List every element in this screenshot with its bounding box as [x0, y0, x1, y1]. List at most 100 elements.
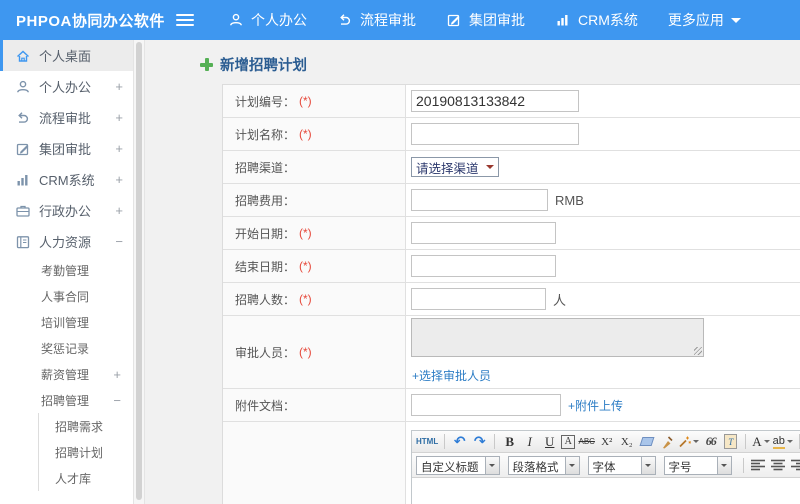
topnav-group-approval[interactable]: 集团审批	[446, 10, 525, 30]
sidebar-item-salary[interactable]: 薪资管理 +	[0, 361, 133, 387]
subscript-button[interactable]: X₂	[618, 433, 635, 450]
sidebar-item-crm-system[interactable]: CRM系统 +	[0, 164, 133, 195]
expand-plus-icon[interactable]: +	[115, 110, 123, 125]
sidebar-item-recruit-mgmt[interactable]: 招聘管理 −	[0, 387, 133, 413]
italic-button[interactable]: I	[521, 433, 538, 450]
sidebar-item-label: 招聘管理	[41, 393, 90, 408]
attachment-input[interactable]	[411, 394, 561, 416]
topnav-more-apps[interactable]: 更多应用	[668, 10, 741, 30]
align-right-icon[interactable]	[790, 457, 800, 474]
sidebar-item-label: 薪资管理	[41, 367, 90, 382]
sidebar-item-personal-office[interactable]: 个人办公 +	[0, 71, 133, 102]
scrollbar-thumb[interactable]	[136, 42, 142, 500]
paste-as-text-icon[interactable]: T	[722, 433, 739, 450]
topbar: PHPOA协同办公软件 个人办公 流程审批 集团审批 CRM系统 更多应用	[0, 0, 800, 40]
end-date-input[interactable]	[411, 255, 556, 277]
select-approvers-link[interactable]: +选择审批人员	[412, 367, 491, 384]
field-label: 结束日期：	[235, 259, 296, 274]
editor-toolbar-row2: 自定义标题 段落格式 字体 字号	[412, 453, 800, 478]
auto-typeset-wand-icon[interactable]	[678, 433, 700, 450]
plan-name-input[interactable]	[411, 123, 579, 145]
expand-plus-icon[interactable]: +	[115, 79, 123, 94]
plan-number-input[interactable]	[411, 90, 579, 112]
topnav-crm-system[interactable]: CRM系统	[555, 10, 638, 30]
topnav-label: 流程审批	[360, 12, 416, 28]
expand-plus-icon[interactable]: +	[113, 367, 121, 382]
underline-button[interactable]: U	[541, 433, 558, 450]
required-marker: (*)	[299, 259, 312, 273]
font-family-dropdown[interactable]: 字体	[587, 455, 656, 475]
sidebar-item-talent-pool[interactable]: 人才库	[39, 465, 133, 491]
superscript-button[interactable]: X²	[598, 433, 615, 450]
collapse-minus-icon[interactable]: −	[115, 234, 123, 249]
align-left-icon[interactable]	[750, 457, 767, 474]
approvers-textarea[interactable]	[411, 318, 704, 357]
align-center-icon[interactable]	[770, 457, 787, 474]
topnav-workflow-approval[interactable]: 流程审批	[337, 10, 416, 30]
flow-icon	[337, 12, 353, 28]
sidebar-item-training[interactable]: 培训管理	[0, 309, 133, 335]
html-source-button[interactable]: HTML	[416, 433, 438, 450]
attachment-upload-link[interactable]: +附件上传	[568, 397, 623, 414]
fee-input[interactable]	[411, 189, 548, 211]
font-color-button[interactable]: A	[752, 433, 770, 450]
sidebar-scrollbar[interactable]	[133, 40, 145, 504]
start-date-input[interactable]	[411, 222, 556, 244]
sidebar-item-group-approval[interactable]: 集团审批 +	[0, 133, 133, 164]
headcount-input[interactable]	[411, 288, 546, 310]
format-brush-icon[interactable]	[658, 433, 675, 450]
custom-title-dropdown[interactable]: 自定义标题	[416, 455, 500, 475]
fee-unit-label: RMB	[555, 192, 584, 208]
editor-toolbar-row1: HTML ↶ ↷ B I U A ABC X² X₂ 66 T A ab	[412, 431, 800, 453]
channel-select-value: 请选择渠道	[416, 161, 479, 176]
font-border-button[interactable]: A	[561, 434, 576, 449]
form-row-approvers: 审批人员： (*) +选择审批人员	[223, 316, 800, 389]
top-navigation: 个人办公 流程审批 集团审批 CRM系统 更多应用	[228, 10, 741, 30]
strikethrough-button[interactable]: ABC	[578, 433, 595, 450]
form-row-editor: HTML ↶ ↷ B I U A ABC X² X₂ 66 T A ab 自定义…	[223, 422, 800, 504]
field-label: 招聘费用：	[235, 193, 296, 208]
sidebar-item-rewards[interactable]: 奖惩记录	[0, 335, 133, 361]
form-row-end-date: 结束日期： (*)	[223, 250, 800, 283]
caret-down-icon[interactable]	[716, 456, 731, 474]
sidebar-item-recruit-plan[interactable]: 招聘计划	[39, 439, 133, 465]
caret-down-icon[interactable]	[640, 456, 655, 474]
editor-content-area[interactable]	[412, 478, 800, 504]
undo-icon[interactable]: ↶	[451, 433, 468, 450]
paragraph-format-dropdown[interactable]: 段落格式	[507, 455, 580, 475]
menu-toggle-icon[interactable]	[176, 14, 194, 26]
caret-down-icon[interactable]	[484, 456, 499, 474]
caret-down-icon	[763, 440, 770, 446]
caret-down-icon[interactable]	[564, 456, 579, 474]
redo-icon[interactable]: ↷	[471, 433, 488, 450]
expand-plus-icon[interactable]: +	[115, 172, 123, 187]
sidebar-item-admin-office[interactable]: 行政办公 +	[0, 195, 133, 226]
app-logo: PHPOA协同办公软件	[16, 12, 165, 30]
topnav-personal-office[interactable]: 个人办公	[228, 10, 307, 30]
form-row-plan-name: 计划名称： (*)	[223, 118, 800, 151]
collapse-minus-icon[interactable]: −	[113, 393, 121, 408]
bold-button[interactable]: B	[501, 433, 518, 450]
required-marker: (*)	[299, 292, 312, 306]
expand-plus-icon[interactable]: +	[115, 141, 123, 156]
sidebar-item-workflow-approval[interactable]: 流程审批 +	[0, 102, 133, 133]
sidebar-item-label: CRM系统	[39, 173, 95, 188]
sidebar-item-recruit-demand[interactable]: 招聘需求	[39, 413, 133, 439]
recruit-plan-form: 计划编号：(*) 计划名称：(*) 招聘渠道： 请选择渠道 招聘费用：	[222, 84, 800, 504]
font-size-dropdown[interactable]: 字号	[663, 455, 732, 475]
resize-grip-icon[interactable]	[694, 347, 702, 355]
field-label: 招聘人数：	[235, 292, 296, 307]
channel-select[interactable]: 请选择渠道	[411, 157, 499, 177]
blockquote-button[interactable]: 66	[702, 433, 719, 450]
sidebar-item-personal-desktop[interactable]: 个人桌面	[0, 40, 133, 71]
field-label: 附件文档：	[235, 398, 296, 413]
sidebar-item-hr-contract[interactable]: 人事合同	[0, 283, 133, 309]
sidebar-item-human-resources[interactable]: 人力资源 −	[0, 226, 133, 257]
highlight-color-button[interactable]: ab	[772, 433, 793, 450]
chart-icon	[15, 172, 31, 188]
caret-down-icon	[786, 440, 793, 446]
expand-plus-icon[interactable]: +	[115, 203, 123, 218]
sidebar-item-attendance[interactable]: 考勤管理	[0, 257, 133, 283]
eraser-icon[interactable]	[638, 433, 655, 450]
form-row-attachment: 附件文档： +附件上传	[223, 389, 800, 422]
